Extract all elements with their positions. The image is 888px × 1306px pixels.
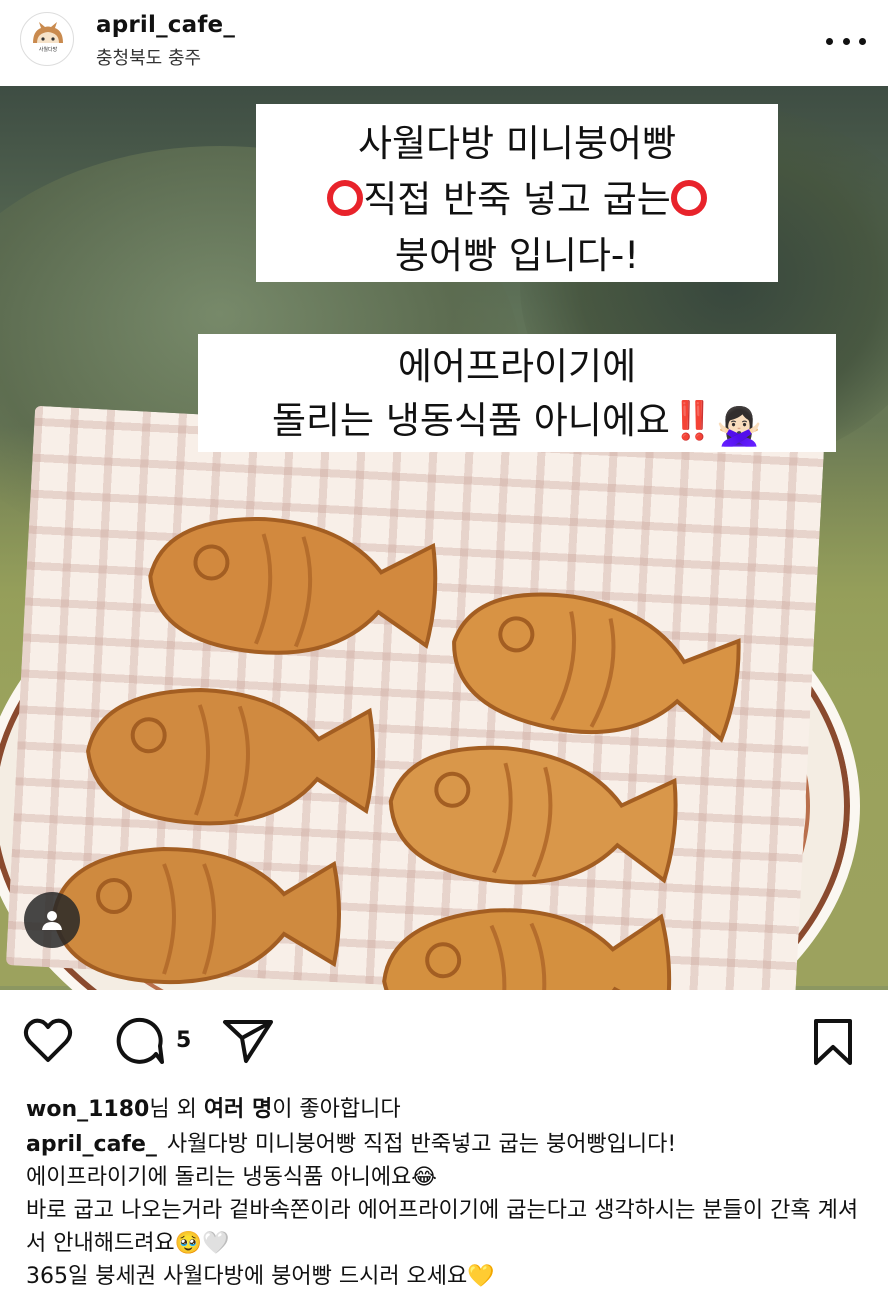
more-options-icon[interactable] — [826, 28, 866, 54]
likes-middle-text: 님 외 — [149, 1097, 204, 1122]
post-caption: april_cafe_ 사월다방 미니붕어빵 직접 반죽넣고 굽는 붕어빵입니다!… — [26, 1128, 866, 1293]
bungeoppang — [372, 721, 687, 911]
bungeoppang — [75, 671, 380, 841]
caption-line-2: 에이프라이기에 돌리는 냉동식품 아니에요😂 — [26, 1165, 438, 1190]
person-gesturing-no-icon: 🙅🏻‍♀️ — [715, 405, 763, 448]
caption-box-1-line-3: 붕어빵 입니다-! — [394, 234, 640, 277]
bookmark-icon[interactable] — [812, 1018, 854, 1066]
send-icon[interactable] — [222, 1018, 274, 1064]
photo-caption-box-1: 사월다방 미니붕어빵 직접 반죽 넣고 굽는 붕어빵 입니다-! — [256, 104, 778, 282]
caption-line-4: 365일 붕세권 사월다방에 붕어빵 드시러 오세요💛 — [26, 1264, 495, 1289]
post-location[interactable]: 충청북도 충주 — [96, 44, 201, 70]
red-circle-icon — [327, 180, 364, 216]
bungeoppang — [135, 496, 445, 677]
post-action-bar: 5 — [0, 990, 888, 1090]
red-circle-icon — [670, 180, 707, 216]
caption-box-1-line-1: 사월다방 미니붕어빵 — [357, 122, 677, 165]
caption-line-3: 바로 굽고 나오는거라 겉바속쫀이라 에어프라이기에 굽는다고 생각하시는 분들… — [26, 1198, 859, 1256]
likes-summary: won_1180님 외 여러 명이 좋아합니다 — [26, 1093, 866, 1126]
heart-icon[interactable] — [22, 1016, 74, 1064]
bungeoppang — [370, 886, 678, 990]
svg-text:사월다방: 사월다방 — [39, 46, 58, 53]
comment-icon[interactable] — [112, 1016, 166, 1066]
comment-count: 5 — [176, 1028, 192, 1053]
cafe-logo-icon: 사월다방 — [33, 22, 63, 53]
caption-box-2-line-1: 에어프라이기에 — [397, 345, 637, 388]
photo-caption-box-2: 에어프라이기에 돌리는 냉동식품 아니에요‼️🙅🏻‍♀️ — [198, 334, 836, 452]
caption-box-1-line-2: 직접 반죽 넣고 굽는 — [363, 178, 671, 221]
post-photo[interactable]: 사월다방 미니붕어빵 직접 반죽 넣고 굽는 붕어빵 입니다-! 에어프라이기에… — [0, 86, 888, 990]
caption-line-1: 사월다방 미니붕어빵 직접 반죽넣고 굽는 붕어빵입니다! — [166, 1132, 677, 1157]
likes-others-link[interactable]: 여러 명 — [204, 1097, 272, 1122]
profile-avatar[interactable]: 사월다방 — [20, 12, 74, 66]
post-header: 사월다방 april_cafe_ 충청북도 충주 — [0, 0, 888, 86]
likes-suffix-text: 이 좋아합니다 — [272, 1097, 401, 1122]
double-exclamation-icon: ‼️ — [669, 399, 716, 442]
caption-author[interactable]: april_cafe_ — [26, 1132, 157, 1157]
liker-username[interactable]: won_1180 — [26, 1097, 149, 1122]
post-username[interactable]: april_cafe_ — [96, 12, 235, 38]
tagged-user-icon[interactable] — [24, 892, 80, 948]
bungeoppang — [44, 834, 344, 990]
caption-box-2-line-2: 돌리는 냉동식품 아니에요 — [271, 399, 670, 442]
